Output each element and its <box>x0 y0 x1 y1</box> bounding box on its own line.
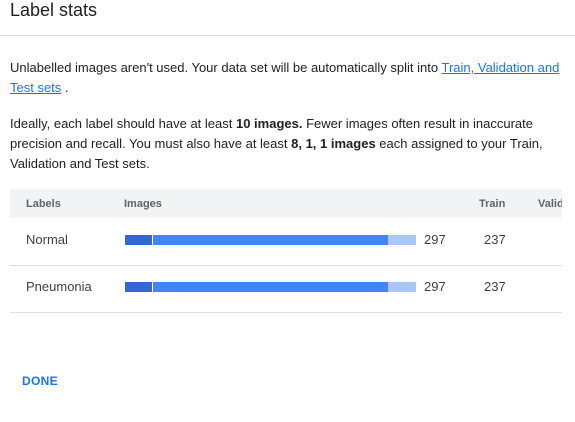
requirements-paragraph: Ideally, each label should have at least… <box>10 114 566 174</box>
row-label: Pneumonia <box>26 279 92 294</box>
row-label: Normal <box>26 232 68 247</box>
req-split-minimums: 8, 1, 1 images <box>291 136 376 151</box>
header-validation: Validation <box>538 198 562 210</box>
table-header: Labels Images Train Validation <box>10 189 562 218</box>
req-min-images: 10 images. <box>235 116 303 131</box>
table-row: Pneumonia 297 237 <box>10 266 562 313</box>
label-stats-dialog: Label stats Unlabelled images aren't use… <box>0 0 575 422</box>
intro-paragraph: Unlabelled images aren't used. Your data… <box>10 58 566 98</box>
intro-end: . <box>61 80 69 95</box>
split-bar-validation <box>152 235 388 245</box>
split-bar-validation <box>152 282 388 292</box>
split-bar-test <box>387 282 416 292</box>
table-row: Normal 297 237 <box>10 219 562 266</box>
req-pre: Ideally, each label should have at least <box>10 116 236 131</box>
row-image-count: 297 <box>424 232 446 247</box>
split-bar-test <box>387 235 416 245</box>
row-train-count: 237 <box>484 232 506 247</box>
header-labels: Labels <box>26 198 61 210</box>
intro-text: Unlabelled images aren't used. Your data… <box>10 60 442 75</box>
split-bar <box>125 282 416 292</box>
split-bar-train <box>125 282 152 292</box>
row-train-count: 237 <box>484 279 506 294</box>
title-divider <box>0 35 575 36</box>
dialog-title: Label stats <box>10 0 98 20</box>
row-image-count: 297 <box>424 279 446 294</box>
done-button[interactable]: DONE <box>22 374 58 388</box>
split-bar <box>125 235 416 245</box>
header-images: Images <box>124 198 162 210</box>
split-bar-train <box>125 235 152 245</box>
label-stats-table: Labels Images Train Validation Normal 29… <box>10 189 562 313</box>
header-train: Train <box>479 198 506 210</box>
